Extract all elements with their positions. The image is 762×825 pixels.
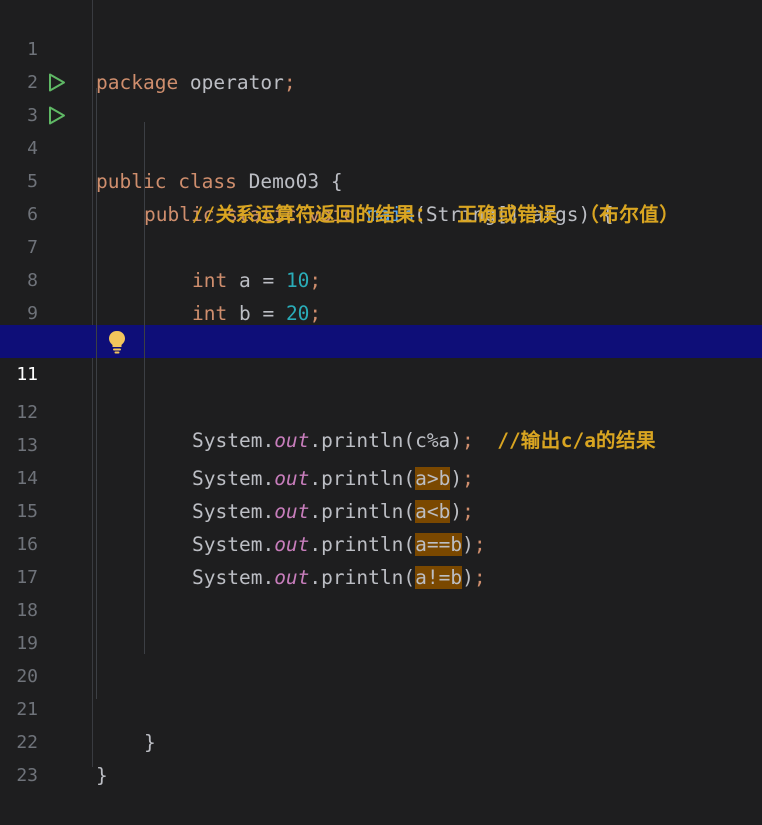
- code-line-20[interactable]: 20: [0, 627, 762, 687]
- code-line-6[interactable]: 6: [0, 165, 762, 225]
- code-line-7[interactable]: 7 int a = 10;: [0, 198, 762, 292]
- code-line-11-current[interactable]: 11 System.out.println(c%a); //输出c/a的结果: [0, 325, 762, 452]
- code-line-13[interactable]: 13 System.out.println(a>b);: [0, 396, 762, 490]
- code-line-14[interactable]: 14 System.out.println(a<b);: [0, 429, 762, 523]
- run-icon[interactable]: [48, 73, 66, 92]
- code-line-12[interactable]: 12: [0, 363, 762, 423]
- code-line-23[interactable]: 23: [0, 726, 762, 786]
- code-line-4[interactable]: 4 public static void main(String[] args)…: [0, 99, 762, 226]
- code-line-3[interactable]: 3 public class Demo03 {: [0, 66, 762, 193]
- code-line-15[interactable]: 15 System.out.println(a==b);: [0, 462, 762, 556]
- code-line-2[interactable]: 2: [0, 33, 762, 93]
- line-number[interactable]: 23: [0, 759, 38, 792]
- code-line-18[interactable]: 18: [0, 561, 762, 621]
- run-icon[interactable]: [48, 106, 66, 125]
- code-line-22[interactable]: 22 }: [0, 693, 762, 787]
- code-editor[interactable]: 1 package operator; 2 3 public class Dem…: [0, 0, 762, 787]
- code-line-9[interactable]: 9 int c = 21;: [0, 264, 762, 358]
- code-line-16[interactable]: 16 System.out.println(a!=b);: [0, 495, 762, 589]
- code-line-21[interactable]: 21 }: [0, 660, 762, 754]
- indent-guide: [96, 88, 97, 699]
- code-line-8[interactable]: 8 int b = 20;: [0, 231, 762, 325]
- closing-brace: }: [96, 764, 108, 787]
- code-line-1[interactable]: 1 package operator;: [0, 0, 762, 94]
- indent-guide: [144, 122, 145, 654]
- lightbulb-icon[interactable]: [107, 329, 127, 354]
- code-line-5[interactable]: 5 //关系运算符返回的结果： 正确或错误 （布尔值）: [0, 132, 762, 226]
- code-line-17[interactable]: 17: [0, 528, 762, 588]
- code-line-19[interactable]: 19: [0, 594, 762, 654]
